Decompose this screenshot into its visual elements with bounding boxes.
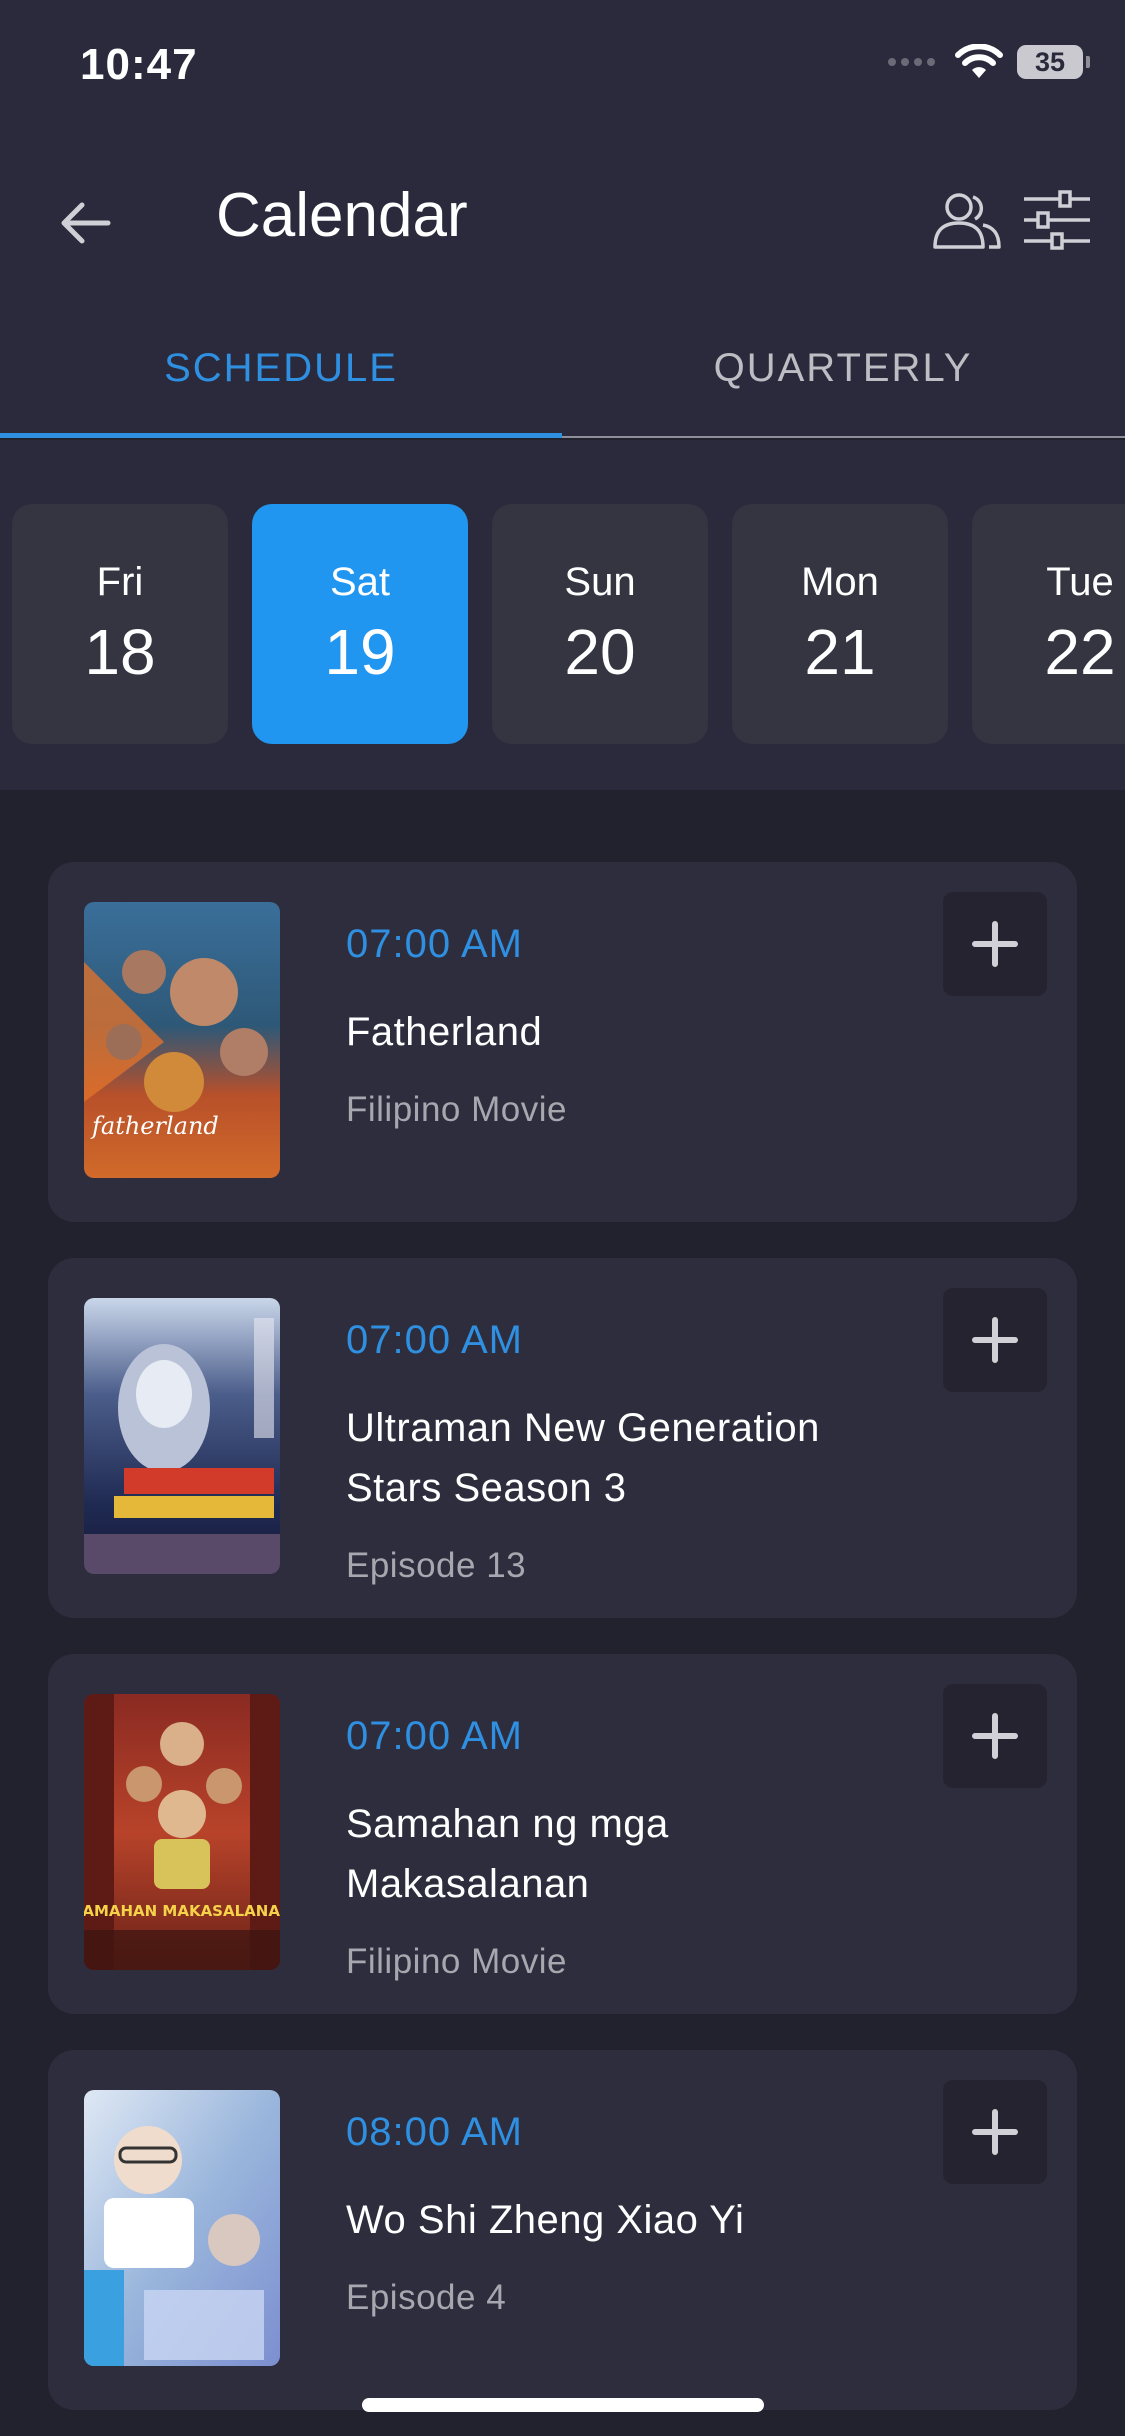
add-button[interactable] [943, 1684, 1047, 1788]
plus-icon [972, 921, 1018, 967]
back-arrow-icon [61, 202, 111, 244]
schedule-card[interactable]: 08:00 AM Wo Shi Zheng Xiao Yi Episode 4 [48, 2050, 1077, 2410]
day-number: 20 [564, 615, 636, 688]
tab-bar: SCHEDULE QUARTERLY [0, 300, 1125, 438]
card-title: Samahan ng mga Makasalanan [346, 1802, 669, 1906]
poster-image [84, 2090, 280, 2366]
add-button[interactable] [943, 892, 1047, 996]
schedule-card[interactable]: 07:00 AM Ultraman New Generation Stars S… [48, 1258, 1077, 1618]
day-fri[interactable]: Fri 18 [12, 504, 228, 744]
card-title: Ultraman New Generation Stars Season 3 [346, 1406, 820, 1510]
day-number: 21 [804, 615, 876, 688]
card-time: 07:00 AM [346, 1318, 524, 1362]
poster-image [84, 1298, 280, 1574]
schedule-card[interactable]: fatherland 07:00 AM Fatherland Filipino … [48, 862, 1077, 1222]
day-name: Mon [801, 559, 879, 604]
card-time: 07:00 AM [346, 1714, 524, 1758]
plus-icon [972, 1317, 1018, 1363]
card-subtitle: Episode 13 [346, 1546, 527, 1585]
day-name: Sat [329, 559, 391, 604]
wifi-icon [955, 44, 1003, 78]
svg-text:SAMAHAN MAKASALANAN: SAMAHAN MAKASALANAN [84, 1902, 280, 1920]
day-number: 19 [324, 615, 396, 688]
sliders-icon [1024, 190, 1090, 250]
day-number: 22 [1044, 615, 1116, 688]
home-indicator[interactable] [362, 2398, 764, 2412]
schedule-card[interactable]: SAMAHAN MAKASALANAN 07:00 AM Samahan ng … [48, 1654, 1077, 2014]
status-time: 10:47 [80, 40, 198, 89]
page-title: Calendar [216, 181, 468, 250]
poster-image: fatherland [84, 902, 280, 1178]
card-title: Wo Shi Zheng Xiao Yi [346, 2198, 745, 2242]
app-header: Calendar [0, 140, 1125, 300]
signal-icon [888, 58, 935, 66]
plus-icon [972, 1713, 1018, 1759]
filter-button[interactable] [1019, 182, 1095, 258]
add-button[interactable] [943, 2080, 1047, 2184]
day-mon[interactable]: Mon 21 [732, 504, 948, 744]
card-subtitle: Filipino Movie [346, 1942, 567, 1981]
battery-icon: 35 [1017, 45, 1090, 79]
status-icons: 35 [888, 44, 1090, 80]
card-subtitle: Episode 4 [346, 2278, 507, 2317]
day-selector: Fri 18 Sat 19 Sun 20 Mon 21 Tue 22 [0, 440, 1125, 790]
poster-image: SAMAHAN MAKASALANAN [84, 1694, 280, 1970]
day-number: 18 [84, 615, 156, 688]
svg-text:fatherland: fatherland [90, 1112, 219, 1140]
add-button[interactable] [943, 1288, 1047, 1392]
users-icon [933, 193, 1001, 249]
card-time: 08:00 AM [346, 2110, 524, 2154]
day-name: Tue [1046, 559, 1114, 604]
tab-quarterly[interactable]: QUARTERLY [562, 300, 1124, 436]
day-name: Sun [564, 559, 636, 604]
day-tue[interactable]: Tue 22 [972, 504, 1125, 744]
card-time: 07:00 AM [346, 922, 524, 966]
status-bar: 10:47 35 [0, 0, 1125, 140]
card-subtitle: Filipino Movie [346, 1090, 567, 1129]
users-button[interactable] [929, 182, 1005, 258]
back-button[interactable] [50, 188, 120, 258]
day-sat[interactable]: Sat 19 [252, 504, 468, 744]
day-name: Fri [96, 559, 144, 604]
plus-icon [972, 2109, 1018, 2155]
tab-schedule[interactable]: SCHEDULE [0, 300, 562, 438]
day-sun[interactable]: Sun 20 [492, 504, 708, 744]
card-title: Fatherland [346, 1010, 543, 1054]
